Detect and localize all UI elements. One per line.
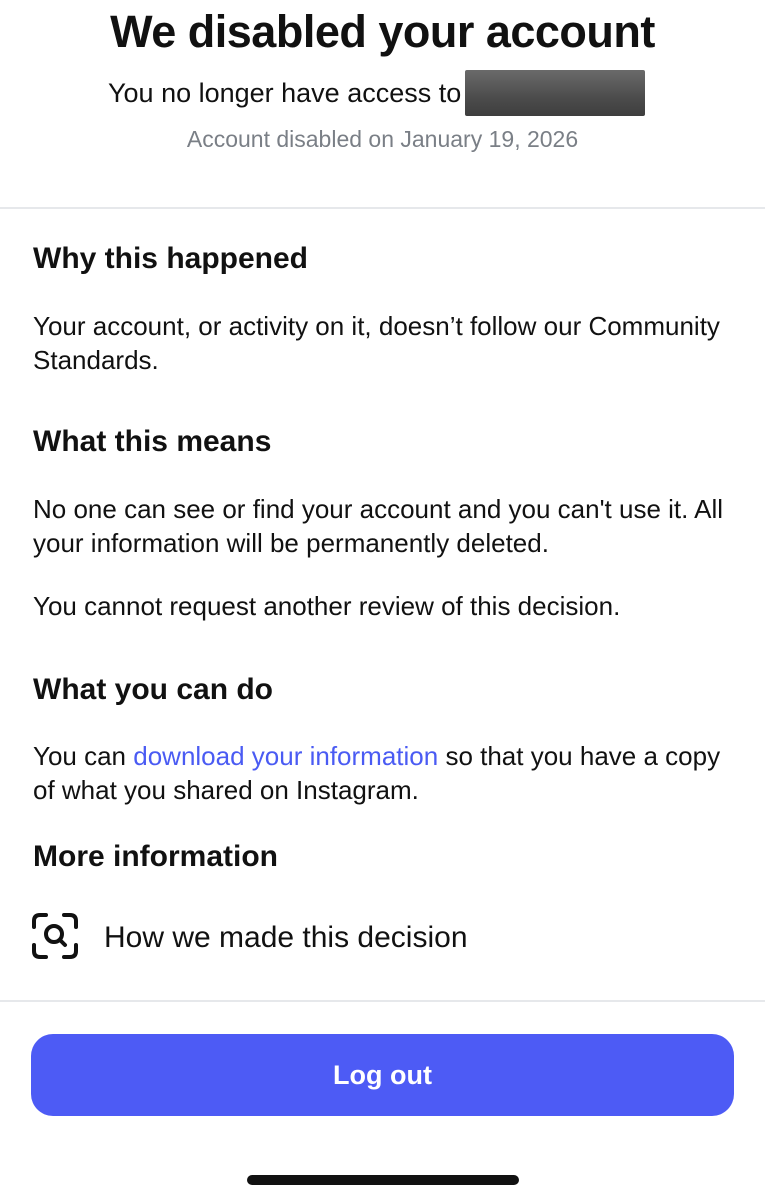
how-we-made-decision-label: How we made this decision bbox=[104, 921, 468, 954]
footer-divider bbox=[0, 1000, 765, 1002]
home-indicator bbox=[247, 1175, 519, 1185]
how-we-made-decision-item[interactable]: How we made this decision bbox=[30, 910, 730, 966]
access-line: You no longer have access to bbox=[108, 70, 646, 116]
access-text: You no longer have access to bbox=[108, 77, 462, 108]
disabled-date: Account disabled on January 19, 2026 bbox=[186, 126, 579, 152]
means-body-1: No one can see or find your account and … bbox=[33, 494, 724, 558]
can-do-title: What you can do bbox=[33, 673, 273, 706]
can-do-body: You can download your information so tha… bbox=[33, 739, 733, 807]
logout-button[interactable]: Log out bbox=[31, 1034, 734, 1116]
why-title: Why this happened bbox=[33, 242, 309, 275]
download-information-link[interactable]: download your information bbox=[133, 741, 438, 771]
redacted-username bbox=[465, 70, 646, 116]
page-title: We disabled your account bbox=[110, 6, 655, 57]
header: We disabled your account You no longer h… bbox=[0, 0, 765, 208]
search-scan-icon bbox=[30, 911, 80, 966]
header-divider bbox=[0, 207, 765, 209]
means-body-2: You cannot request another review of thi… bbox=[33, 591, 621, 621]
can-do-prefix: You can bbox=[33, 741, 134, 771]
means-title: What this means bbox=[33, 425, 272, 458]
more-title: More information bbox=[33, 840, 278, 873]
why-body: Your account, or activity on it, doesn’t… bbox=[33, 311, 720, 375]
